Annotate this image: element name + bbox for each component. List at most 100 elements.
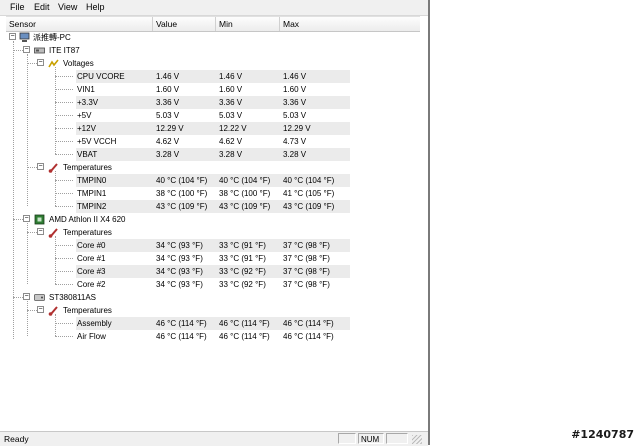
sensor-value: 1.60 V — [156, 85, 180, 94]
sensor-min: 3.36 V — [219, 98, 243, 107]
tree-guide-line — [13, 41, 14, 339]
collapse-toggle-icon[interactable]: − — [23, 293, 30, 300]
sensor-max: 1.46 V — [283, 72, 307, 81]
sensor-name: Core #1 — [77, 254, 106, 263]
sensor-min: 40 °C (104 °F) — [219, 176, 271, 185]
tree-guide-line — [55, 115, 73, 116]
sensor-max: 5.03 V — [283, 111, 307, 120]
resize-grip-icon[interactable] — [412, 435, 422, 444]
tree-node-computer[interactable]: − 派推轉-PC — [6, 31, 420, 44]
column-min[interactable]: Min — [216, 17, 280, 31]
sensor-value: 40 °C (104 °F) — [156, 176, 208, 185]
sensor-max: 41 °C (105 °F) — [283, 189, 335, 198]
sensor-name: VIN1 — [77, 85, 95, 94]
tree-guide-line — [55, 67, 56, 154]
sensor-min: 33 °C (92 °F) — [219, 280, 266, 289]
tree-guide-line — [55, 171, 56, 206]
collapse-toggle-icon[interactable]: − — [37, 163, 44, 170]
watermark: #1240787 — [571, 428, 634, 441]
column-value[interactable]: Value — [153, 17, 216, 31]
sensor-tree: − 派推轉-PC − ITE IT87− Voltages CPU VCORE 1.46 V… — [6, 31, 420, 391]
tree-guide-line — [27, 63, 37, 64]
tree-node-group[interactable]: − Temperatures — [6, 304, 420, 317]
sensor-min: 33 °C (91 °F) — [219, 254, 266, 263]
tree-node-device[interactable]: − ST380811AS — [6, 291, 420, 304]
status-num: NUM — [358, 433, 384, 444]
tree-guide-line — [27, 232, 37, 233]
menu-view[interactable]: View — [56, 2, 79, 12]
sensor-max: 46 °C (114 °F) — [283, 319, 334, 328]
collapse-toggle-icon[interactable]: − — [9, 33, 16, 40]
tree-guide-line — [55, 336, 73, 337]
sensor-value: 34 °C (93 °F) — [156, 267, 203, 276]
motherboard-icon — [34, 45, 45, 56]
sensor-min: 3.28 V — [219, 150, 243, 159]
collapse-toggle-icon[interactable]: − — [37, 306, 44, 313]
tree-node-group[interactable]: − Temperatures — [6, 226, 420, 239]
column-sensor[interactable]: Sensor — [6, 17, 153, 31]
tree-node-group[interactable]: − Voltages — [6, 57, 420, 70]
sensor-min: 1.46 V — [219, 72, 243, 81]
sensor-max: 12.29 V — [283, 124, 311, 133]
sensor-min: 43 °C (109 °F) — [219, 202, 271, 211]
tree-guide-line — [55, 271, 73, 272]
status-panel-empty — [338, 433, 356, 444]
tree-guide-line — [55, 206, 73, 207]
group-name: Temperatures — [63, 306, 112, 315]
sensor-min: 38 °C (100 °F) — [219, 189, 271, 198]
sensor-name: VBAT — [77, 150, 98, 159]
device-name: ST380811AS — [49, 293, 96, 302]
sensor-max: 46 °C (114 °F) — [283, 332, 334, 341]
sensor-value: 4.62 V — [156, 137, 180, 146]
sensor-min: 12.22 V — [219, 124, 247, 133]
sensor-name: +12V — [77, 124, 96, 133]
tree-guide-line — [27, 167, 37, 168]
app-window: File Edit View Help Sensor Value Min Max… — [0, 0, 430, 446]
column-max[interactable]: Max — [280, 17, 420, 31]
tree-guide-line — [55, 76, 73, 77]
sensor-value: 38 °C (100 °F) — [156, 189, 208, 198]
computer-icon — [19, 32, 30, 43]
tree-guide-line — [55, 284, 73, 285]
sensor-name: Core #0 — [77, 241, 106, 250]
tree-guide-line — [13, 219, 23, 220]
menu-edit[interactable]: Edit — [32, 2, 52, 12]
hard-drive-icon — [34, 292, 45, 303]
sensor-min: 1.60 V — [219, 85, 243, 94]
collapse-toggle-icon[interactable]: − — [23, 46, 30, 53]
tree-guide-line — [27, 301, 28, 336]
temperature-icon — [48, 162, 59, 173]
tree-node-device[interactable]: − AMD Athlon II X4 620 — [6, 213, 420, 226]
sensor-max: 3.28 V — [283, 150, 307, 159]
tree-guide-line — [55, 245, 73, 246]
tree-node-group[interactable]: − Temperatures — [6, 161, 420, 174]
sensor-min: 4.62 V — [219, 137, 243, 146]
voltage-icon — [48, 58, 59, 69]
sensor-value: 12.29 V — [156, 124, 184, 133]
sensor-value: 3.36 V — [156, 98, 180, 107]
sensor-max: 40 °C (104 °F) — [283, 176, 335, 185]
collapse-toggle-icon[interactable]: − — [37, 59, 44, 66]
tree-guide-line — [27, 223, 28, 284]
sensor-min: 46 °C (114 °F) — [219, 332, 270, 341]
sensor-name: +5V — [77, 111, 92, 120]
sensor-min: 46 °C (114 °F) — [219, 319, 270, 328]
collapse-toggle-icon[interactable]: − — [23, 215, 30, 222]
tree-guide-line — [55, 258, 73, 259]
temperature-icon — [48, 227, 59, 238]
sensor-max: 43 °C (109 °F) — [283, 202, 335, 211]
sensor-value: 34 °C (93 °F) — [156, 280, 203, 289]
tree-guide-line — [55, 89, 73, 90]
tree-guide-line — [13, 297, 23, 298]
sensor-name: TMPIN0 — [77, 176, 107, 185]
sensor-value: 46 °C (114 °F) — [156, 332, 207, 341]
tree-guide-line — [13, 50, 23, 51]
collapse-toggle-icon[interactable]: − — [37, 228, 44, 235]
sensor-max: 37 °C (98 °F) — [283, 254, 330, 263]
sensor-value: 46 °C (114 °F) — [156, 319, 207, 328]
device-name: ITE IT87 — [49, 46, 80, 55]
menu-help[interactable]: Help — [84, 2, 107, 12]
tree-guide-line — [55, 180, 73, 181]
menu-file[interactable]: File — [8, 2, 27, 12]
tree-node-device[interactable]: − ITE IT87 — [6, 44, 420, 57]
